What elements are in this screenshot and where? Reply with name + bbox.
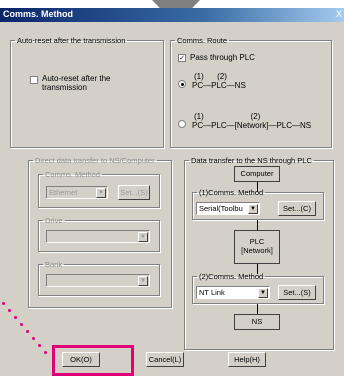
comms2-legend: (2)Comms. Method <box>199 272 264 281</box>
comms-method-dialog: Comms. Method X Auto-reset after the tra… <box>0 8 344 376</box>
route-option-2-path: PC—PLC—[Network]—PLC—NS <box>192 121 312 130</box>
comms2-value: NT Link <box>199 288 225 297</box>
plc-network-box: PLC [Network] <box>234 230 280 264</box>
chevron-down-icon[interactable]: ▼ <box>258 288 268 298</box>
comms2-set-button[interactable]: Set...(S) <box>278 285 316 300</box>
bank-select[interactable]: ▼ <box>46 274 150 287</box>
chevron-down-icon[interactable]: ▼ <box>96 188 106 198</box>
direct-comms-value: Ethernet <box>49 188 78 197</box>
annotation-dot <box>44 351 47 354</box>
direct-comms-legend: Comms. Method <box>45 170 101 179</box>
comms1-set-button[interactable]: Set...(C) <box>278 201 316 216</box>
annotation-dot <box>8 309 11 312</box>
annotation-dot <box>14 316 17 319</box>
comms2-select[interactable]: NT Link ▼ <box>196 286 270 299</box>
drive-legend: Drive <box>45 216 63 225</box>
pass-through-checkbox[interactable]: ✓ <box>178 54 186 62</box>
annotation-dot <box>20 323 23 326</box>
connector-line <box>257 304 258 314</box>
direct-set-button[interactable]: Set...(S) <box>118 185 150 200</box>
auto-reset-group: Auto-reset after the transmission <box>10 36 164 148</box>
auto-reset-label: Auto-reset after the transmission <box>42 74 111 92</box>
comms1-legend: (1)Comms. Method <box>199 188 264 197</box>
auto-reset-checkbox[interactable] <box>30 76 38 84</box>
help-button[interactable]: Help(H) <box>228 352 266 367</box>
comms-route-legend: Comms. Route <box>177 36 228 45</box>
route-option-1-radio[interactable] <box>178 80 186 88</box>
annotation-dot <box>26 330 29 333</box>
ok-highlight-frame <box>52 345 134 376</box>
route-option-2-numbers: (1) (2) <box>194 112 261 121</box>
route-option-2-radio[interactable] <box>178 120 186 128</box>
cancel-button[interactable]: Cancel(L) <box>146 352 184 367</box>
drive-select[interactable]: ▼ <box>46 230 150 243</box>
close-icon[interactable]: X <box>336 9 342 19</box>
route-option-1-path: PC—PLC—NS <box>192 81 246 90</box>
through-plc-legend: Data transfer to the NS through PLC <box>191 156 312 165</box>
annotation-dot <box>2 302 5 305</box>
connector-line <box>257 220 258 230</box>
annotation-dot <box>32 337 35 340</box>
plc-label: PLC <box>249 237 265 246</box>
comms1-value: Serial(Toolbu <box>199 204 243 213</box>
computer-box: Computer <box>234 166 280 182</box>
network-label: [Network] <box>241 246 273 255</box>
pass-through-label: Pass through PLC <box>190 53 255 62</box>
annotation-dot <box>38 344 41 347</box>
comms1-select[interactable]: Serial(Toolbu ▼ <box>196 202 260 215</box>
title-bar: Comms. Method X <box>0 8 344 22</box>
route-option-1-numbers: (1) (2) <box>194 72 227 81</box>
direct-transfer-legend: Direct data transfer to NS/Computer <box>35 156 155 165</box>
auto-reset-legend: Auto-reset after the transmission <box>17 36 126 45</box>
chevron-down-icon[interactable]: ▼ <box>138 232 148 242</box>
ns-box: NS <box>234 314 280 330</box>
direct-comms-select[interactable]: Ethernet ▼ <box>46 186 108 199</box>
bank-legend: Bank <box>45 260 63 269</box>
chevron-down-icon[interactable]: ▼ <box>138 276 148 286</box>
window-title: Comms. Method <box>3 9 74 19</box>
chevron-down-icon[interactable]: ▼ <box>248 204 258 214</box>
